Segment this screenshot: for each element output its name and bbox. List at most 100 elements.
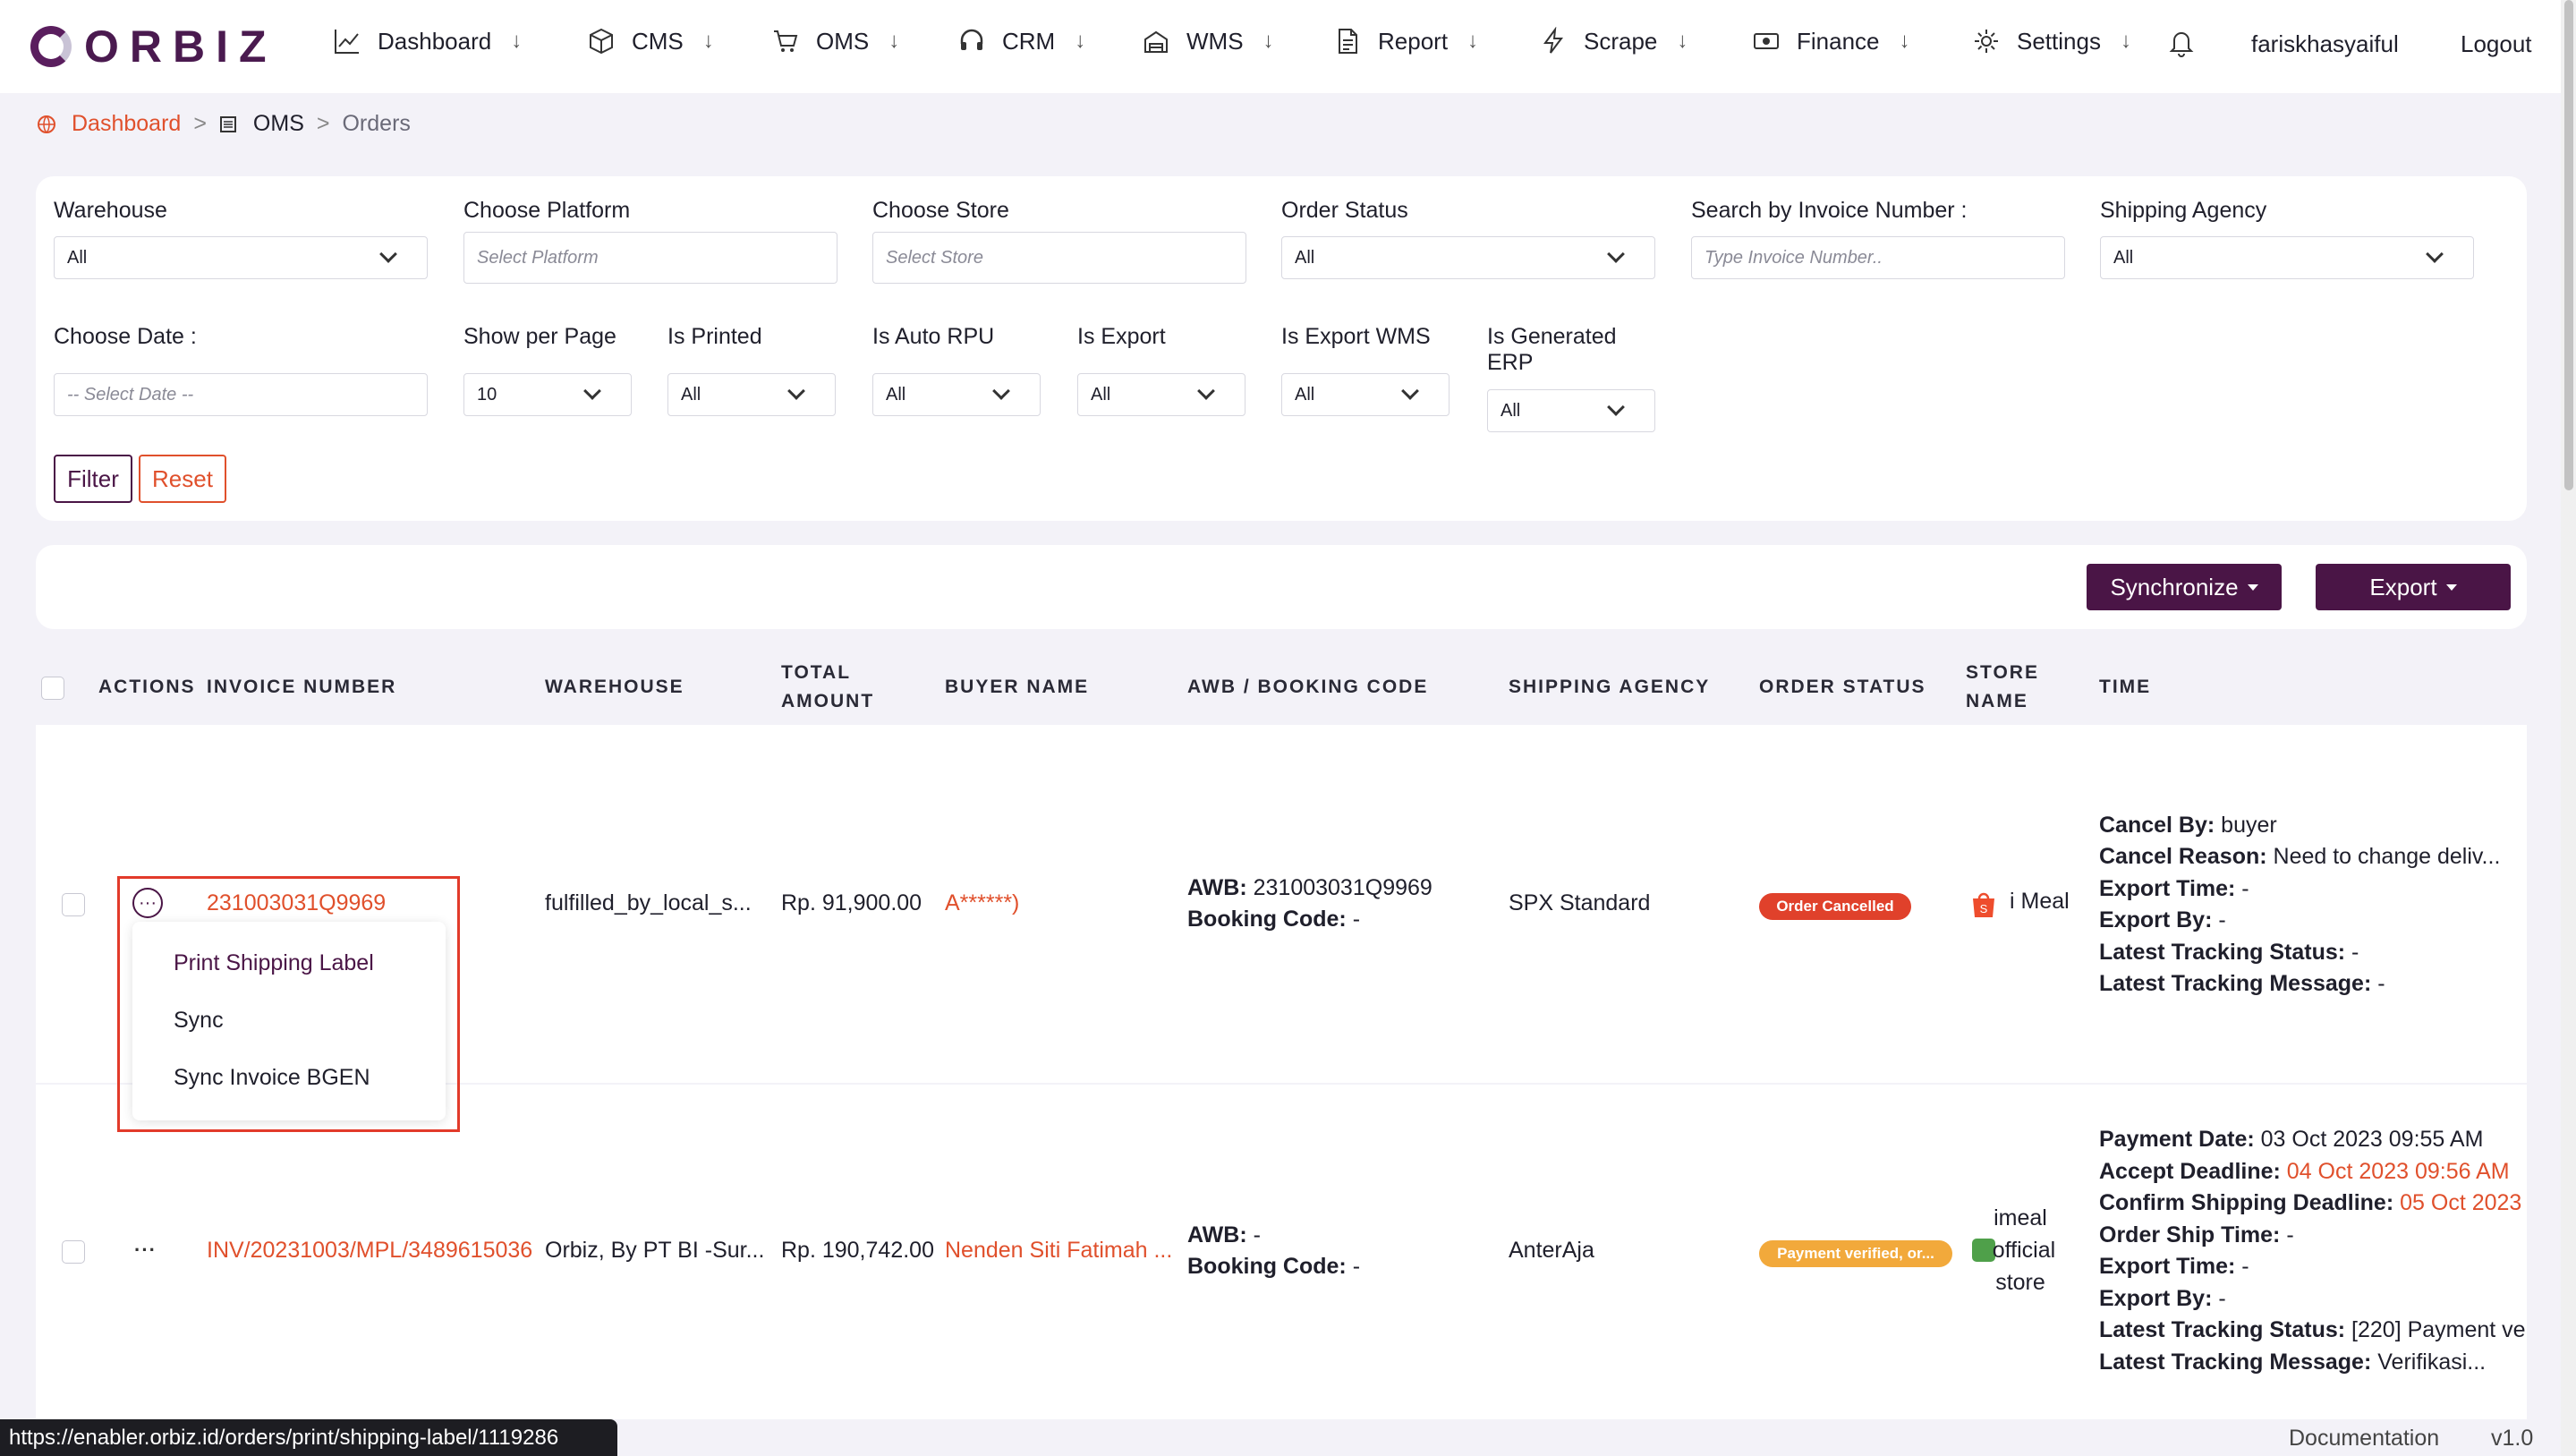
header-invoice-number[interactable]: INVOICE NUMBER: [207, 673, 396, 702]
breadcrumb-oms[interactable]: OMS: [253, 111, 304, 137]
arrow-down-icon: ↓: [888, 29, 900, 53]
is-generated-erp-select[interactable]: All: [1487, 389, 1655, 432]
bell-icon[interactable]: [2167, 27, 2196, 57]
chevron-down-icon: [1401, 382, 1419, 400]
arrow-down-icon: ↓: [702, 29, 714, 53]
arrow-down-icon: ↓: [1262, 29, 1274, 53]
nav-scrape-label: Scrape: [1584, 27, 1658, 55]
order-status-select[interactable]: All: [1281, 236, 1655, 279]
per-page-select[interactable]: 10: [463, 373, 632, 416]
cash-icon: [1752, 27, 1781, 55]
header-store-line2: NAME: [1966, 691, 2028, 711]
nav-cms[interactable]: CMS ↓: [587, 27, 714, 55]
buyer-name-link[interactable]: Nenden Siti Fatimah ...: [945, 1238, 1172, 1264]
is-auto-rpu-select[interactable]: All: [872, 373, 1041, 416]
header-total-amount[interactable]: TOTAL AMOUNT: [781, 659, 874, 716]
chevron-down-icon: [1607, 245, 1625, 263]
breadcrumb-dashboard[interactable]: Dashboard: [72, 111, 181, 137]
date-picker[interactable]: -- Select Date --: [54, 373, 428, 416]
header-buyer-name[interactable]: BUYER NAME: [945, 673, 1089, 702]
username[interactable]: fariskhasyaiful: [2251, 30, 2399, 58]
is-printed-label: Is Printed: [667, 324, 762, 349]
invoice-search-input[interactable]: Type Invoice Number..: [1691, 236, 2065, 279]
select-all-checkbox[interactable]: [41, 677, 64, 700]
more-actions-icon[interactable]: ···: [134, 1239, 157, 1262]
order-status-label: Order Status: [1281, 198, 1408, 223]
date-placeholder: -- Select Date --: [67, 384, 194, 404]
orbiz-logo[interactable]: ORBIZ: [30, 21, 277, 72]
booking-code-cell: Booking Code: -: [1187, 907, 1360, 932]
header-store-name[interactable]: STORE NAME: [1966, 659, 2039, 716]
awb-label: AWB:: [1187, 875, 1247, 900]
time-line: Latest Tracking Status: -: [2099, 940, 2359, 965]
highlight-box: [117, 876, 460, 1132]
nav-report-label: Report: [1378, 27, 1449, 55]
warehouse-select-value: All: [67, 247, 88, 268]
reset-button[interactable]: Reset: [139, 455, 226, 503]
filter-button[interactable]: Filter: [54, 455, 132, 503]
logo-text: ORBIZ: [84, 21, 277, 72]
buyer-name-link[interactable]: A******): [945, 890, 1019, 916]
time-line: Order Ship Time: -: [2099, 1222, 2294, 1247]
is-export-select[interactable]: All: [1077, 373, 1245, 416]
arrow-down-icon: ↓: [1899, 29, 1910, 53]
breadcrumb-separator: >: [193, 111, 207, 136]
row-checkbox[interactable]: [62, 893, 85, 916]
is-printed-select[interactable]: All: [667, 373, 836, 416]
nav-wms[interactable]: WMS ↓: [1142, 27, 1274, 55]
scrollbar-thumb[interactable]: [2564, 0, 2573, 490]
header-order-status[interactable]: ORDER STATUS: [1759, 673, 1926, 702]
nav-oms[interactable]: OMS ↓: [771, 27, 899, 55]
is-export-wms-select[interactable]: All: [1281, 373, 1450, 416]
invoice-number-link[interactable]: INV/20231003/MPL/3489615036: [207, 1238, 532, 1264]
nav-report[interactable]: Report ↓: [1333, 27, 1478, 55]
is-auto-rpu-value: All: [886, 384, 906, 404]
is-printed-value: All: [681, 384, 701, 404]
header-shipping-agency[interactable]: SHIPPING AGENCY: [1509, 673, 1710, 702]
date-label: Choose Date :: [54, 324, 197, 349]
is-generated-erp-label: Is Generated ERP: [1487, 324, 1617, 376]
documentation-link[interactable]: Documentation: [2289, 1426, 2439, 1452]
row-checkbox[interactable]: [62, 1240, 85, 1264]
svg-text:S: S: [1980, 902, 1988, 915]
platform-select[interactable]: Select Platform: [463, 232, 837, 284]
nav-scrape[interactable]: Scrape ↓: [1539, 27, 1688, 55]
awb-cell: AWB: 231003031Q9969: [1187, 875, 1433, 901]
is-export-wms-label: Is Export WMS: [1281, 324, 1431, 349]
chart-line-icon: [333, 27, 361, 55]
shipping-agency-select[interactable]: All: [2100, 236, 2474, 279]
nav-crm[interactable]: CRM ↓: [957, 27, 1085, 55]
is-generated-erp-label-line1: Is Generated: [1487, 324, 1617, 349]
nav-oms-label: OMS: [816, 27, 870, 55]
time-line: Latest Tracking Message: -: [2099, 971, 2385, 996]
chevron-down-icon: [1197, 382, 1215, 400]
store-select[interactable]: Select Store: [872, 232, 1246, 284]
store-label: Choose Store: [872, 198, 1009, 223]
header-actions: ACTIONS: [98, 677, 196, 697]
time-line: Latest Tracking Status: [220] Payment ve: [2099, 1317, 2526, 1342]
header-awb-booking[interactable]: AWB / BOOKING CODE: [1187, 673, 1428, 702]
synchronize-button[interactable]: Synchronize: [2087, 564, 2282, 610]
booking-code-value: -: [1352, 907, 1361, 932]
shipping-agency-label: Shipping Agency: [2100, 198, 2267, 223]
nav-dashboard[interactable]: Dashboard ↓: [333, 27, 522, 55]
header-warehouse[interactable]: WAREHOUSE: [545, 673, 684, 702]
time-line: Export By: -: [2099, 907, 2226, 932]
nav-settings[interactable]: Settings ↓: [1972, 27, 2131, 55]
warehouse-select[interactable]: All: [54, 236, 428, 279]
gear-icon: [1972, 27, 2001, 55]
nav-finance[interactable]: Finance ↓: [1752, 27, 1910, 55]
header-time[interactable]: TIME: [2099, 673, 2151, 702]
warehouse-cell: Orbiz, By PT BI -Sur...: [545, 1238, 765, 1263]
box-icon: [587, 27, 616, 55]
logout-link[interactable]: Logout: [2461, 30, 2532, 58]
document-icon: [1333, 27, 1362, 55]
logo-ring-icon: [30, 26, 72, 67]
is-export-label: Is Export: [1077, 324, 1166, 349]
chevron-down-icon: [2426, 245, 2444, 263]
breadcrumb-separator: >: [316, 111, 330, 136]
export-button[interactable]: Export: [2316, 564, 2511, 610]
time-line: Cancel By: buyer: [2099, 813, 2277, 838]
caret-down-icon: [2445, 583, 2457, 591]
shipping-agency-value: All: [2113, 247, 2134, 268]
